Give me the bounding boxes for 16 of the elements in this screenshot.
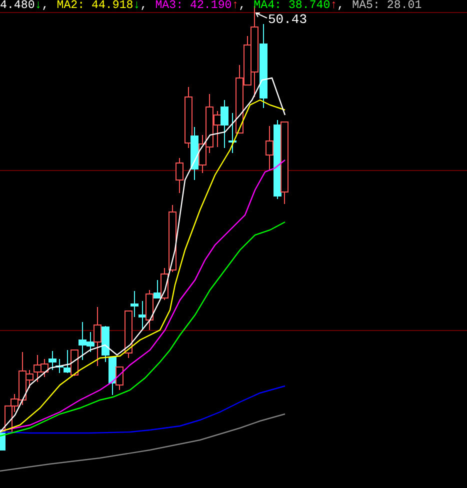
separator-comma: , xyxy=(140,0,148,11)
legend-value: MA3: 42.190 xyxy=(155,0,232,11)
trend-arrow-icon: ↑ xyxy=(330,0,338,11)
leader-line xyxy=(255,12,268,18)
legend-value: 4.480 xyxy=(0,0,35,11)
legend-value: MA4: 38.740 xyxy=(254,0,330,11)
separator-comma: , xyxy=(337,0,344,11)
legend-value: MA5: 28.01 xyxy=(352,0,422,11)
trend-arrow-icon: ↓ xyxy=(133,0,140,11)
trend-arrow-icon: ↑ xyxy=(232,0,239,11)
price-label: 50.43 xyxy=(268,13,308,26)
candlestick xyxy=(176,158,184,194)
separator-comma: , xyxy=(42,0,49,11)
separator-comma: , xyxy=(238,0,246,11)
trend-arrow-icon: ↓ xyxy=(34,0,42,11)
legend-value: MA2: 44.918 xyxy=(56,0,134,11)
